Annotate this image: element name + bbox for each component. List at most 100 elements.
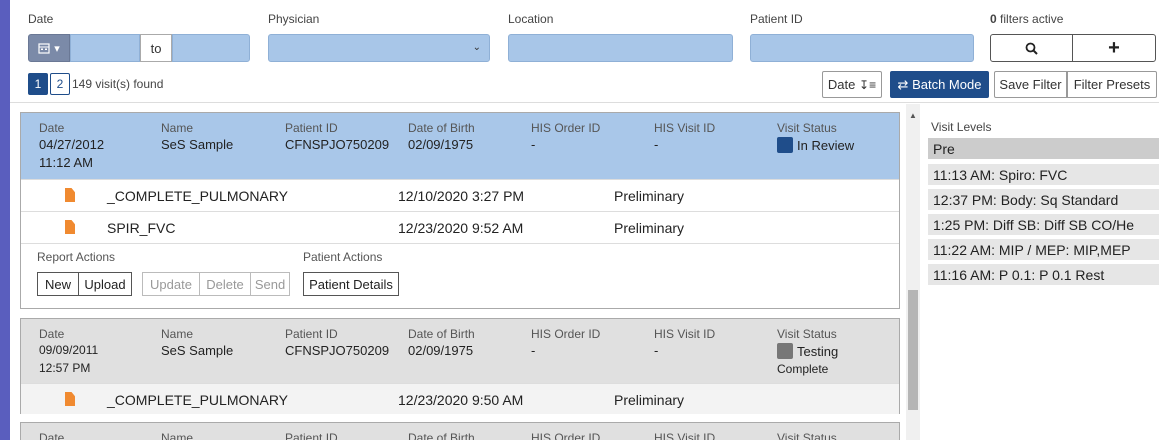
search-button[interactable] (990, 34, 1073, 62)
physician-select[interactable]: ⌄ (268, 34, 490, 62)
page-1-button[interactable]: 1 (28, 73, 48, 95)
physician-filter-label: Physician (268, 12, 320, 26)
col-patient-id-label: Patient ID (285, 431, 338, 440)
col-his-order-label: HIS Order ID (531, 431, 601, 440)
date-from-input[interactable] (70, 34, 140, 62)
visit-patient-id: CFNSPJO750209 (285, 343, 390, 358)
col-his-visit-label: HIS Visit ID (654, 431, 716, 440)
date-filter-label: Date (28, 12, 54, 26)
report-datetime: 12/10/2020 3:27 PM (398, 188, 525, 204)
col-name-label: Name (161, 431, 194, 440)
chevron-down-icon: ⌄ (472, 42, 481, 53)
visit-status-text-2: Complete (777, 362, 829, 376)
report-row[interactable]: SPIR_FVC 12/23/2020 9:52 AM Preliminary (21, 211, 899, 243)
col-dob-label: Date of Birth (408, 431, 475, 440)
visit-levels-panel: Visit Levels Pre 11:13 AM: Spiro: FVC 12… (920, 104, 1159, 440)
visit-his-visit: - (654, 343, 659, 358)
visit-card[interactable]: Date Name Patient ID Date of Birth HIS O… (20, 422, 900, 440)
report-row[interactable]: _COMPLETE_PULMONARY 12/23/2020 9:50 AM P… (21, 383, 899, 414)
testing-complete-icon (777, 343, 793, 359)
visit-header[interactable]: Date Name Patient ID Date of Birth HIS O… (21, 319, 899, 383)
visit-card[interactable]: Date Name Patient ID Date of Birth HIS O… (20, 318, 900, 414)
in-review-icon (777, 137, 793, 153)
sort-descending-icon: ↧≡ (859, 77, 877, 92)
swap-arrows-icon: ⇄ (897, 76, 909, 92)
upload-report-button[interactable]: Upload (78, 272, 132, 296)
page-2-button[interactable]: 2 (50, 73, 70, 95)
col-his-order-label: HIS Order ID (531, 121, 601, 135)
visit-his-order: - (531, 343, 536, 358)
scrollbar-thumb[interactable] (908, 290, 918, 410)
col-name-label: Name (161, 121, 194, 135)
visit-actions: Report Actions Patient Actions New Uploa… (21, 243, 899, 303)
visit-level-item[interactable]: 11:22 AM: MIP / MEP: MIP,MEP (928, 239, 1159, 260)
filter-presets-button[interactable]: Filter Presets (1067, 71, 1157, 98)
visit-list-scrollbar[interactable]: ▲ (906, 104, 920, 440)
col-patient-id-label: Patient ID (285, 121, 338, 135)
filter-bar: Date Physician Location Patient ID 0 fil… (10, 0, 1159, 103)
col-his-visit-label: HIS Visit ID (654, 327, 716, 341)
visit-time: 11:12 AM (39, 155, 93, 170)
date-to-input[interactable] (172, 34, 250, 62)
col-his-order-label: HIS Order ID (531, 327, 601, 341)
visit-status: In Review (777, 137, 854, 153)
scroll-up-arrow-icon[interactable]: ▲ (909, 111, 917, 120)
visit-header[interactable]: Date Name Patient ID Date of Birth HIS O… (21, 113, 899, 179)
calendar-icon (38, 43, 50, 54)
visit-his-order: - (531, 137, 536, 152)
date-range-picker-button[interactable]: ▾ (28, 34, 70, 62)
report-name: _COMPLETE_PULMONARY (107, 188, 289, 204)
location-input[interactable] (508, 34, 733, 62)
update-report-button[interactable]: Update (142, 272, 200, 296)
report-datetime: 12/23/2020 9:52 AM (398, 220, 524, 236)
col-date-label: Date (39, 327, 65, 341)
delete-report-button[interactable]: Delete (199, 272, 251, 296)
visit-name: SeS Sample (161, 137, 234, 152)
col-date-label: Date (39, 121, 65, 135)
visit-level-item[interactable]: 11:13 AM: Spiro: FVC (928, 164, 1159, 185)
report-name: SPIR_FVC (107, 220, 176, 236)
date-to-separator: to (140, 34, 172, 62)
patient-id-input[interactable] (750, 34, 974, 62)
patient-id-filter-label: Patient ID (750, 12, 803, 26)
visits-found-count: 149 visit(s) found (72, 77, 164, 91)
col-dob-label: Date of Birth (408, 121, 475, 135)
document-icon (65, 220, 75, 234)
visit-levels-title: Visit Levels (931, 120, 992, 134)
sort-date-label: Date (827, 77, 856, 92)
document-icon (65, 188, 75, 202)
app-window: Date Physician Location Patient ID 0 fil… (0, 0, 1159, 440)
new-report-button[interactable]: New (37, 272, 79, 296)
visit-date: 09/09/2011 (39, 343, 99, 357)
patient-details-button[interactable]: Patient Details (303, 272, 399, 296)
filters-active-label: 0 filters active (990, 12, 1063, 26)
visit-level-item[interactable]: 12:37 PM: Body: Sq Standard (928, 189, 1159, 210)
visit-level-pre[interactable]: Pre (928, 138, 1159, 159)
app-content: Date Physician Location Patient ID 0 fil… (10, 0, 1159, 440)
visit-list: Date Name Patient ID Date of Birth HIS O… (10, 104, 906, 440)
send-report-button[interactable]: Send (250, 272, 290, 296)
visit-patient-id: CFNSPJO750209 (285, 137, 390, 152)
col-status-label: Visit Status (777, 121, 837, 135)
document-icon (65, 392, 75, 406)
batch-mode-label: Batch Mode (912, 77, 982, 92)
report-row[interactable]: _COMPLETE_PULMONARY 12/10/2020 3:27 PM P… (21, 179, 899, 211)
visit-status-text: In Review (797, 138, 855, 153)
visit-name: SeS Sample (161, 343, 234, 358)
visit-card[interactable]: Date Name Patient ID Date of Birth HIS O… (20, 112, 900, 309)
batch-mode-button[interactable]: ⇄ Batch Mode (890, 71, 989, 98)
col-patient-id-label: Patient ID (285, 327, 338, 341)
report-state: Preliminary (614, 392, 685, 408)
filters-active-text: filters active (1000, 12, 1064, 26)
caret-down-icon: ▾ (54, 42, 60, 55)
visit-header[interactable]: Date Name Patient ID Date of Birth HIS O… (21, 423, 899, 440)
report-state: Preliminary (614, 188, 685, 204)
sort-date-button[interactable]: Date ↧≡ (822, 71, 882, 98)
location-filter-label: Location (508, 12, 554, 26)
visit-level-item[interactable]: 11:16 AM: P 0.1: P 0.1 Rest (928, 264, 1159, 285)
report-name: _COMPLETE_PULMONARY (107, 392, 289, 408)
save-filter-button[interactable]: Save Filter (994, 71, 1067, 98)
add-filter-button[interactable]: + (1072, 34, 1156, 62)
visit-date: 04/27/2012 (39, 137, 105, 152)
visit-level-item[interactable]: 1:25 PM: Diff SB: Diff SB CO/He (928, 214, 1159, 235)
